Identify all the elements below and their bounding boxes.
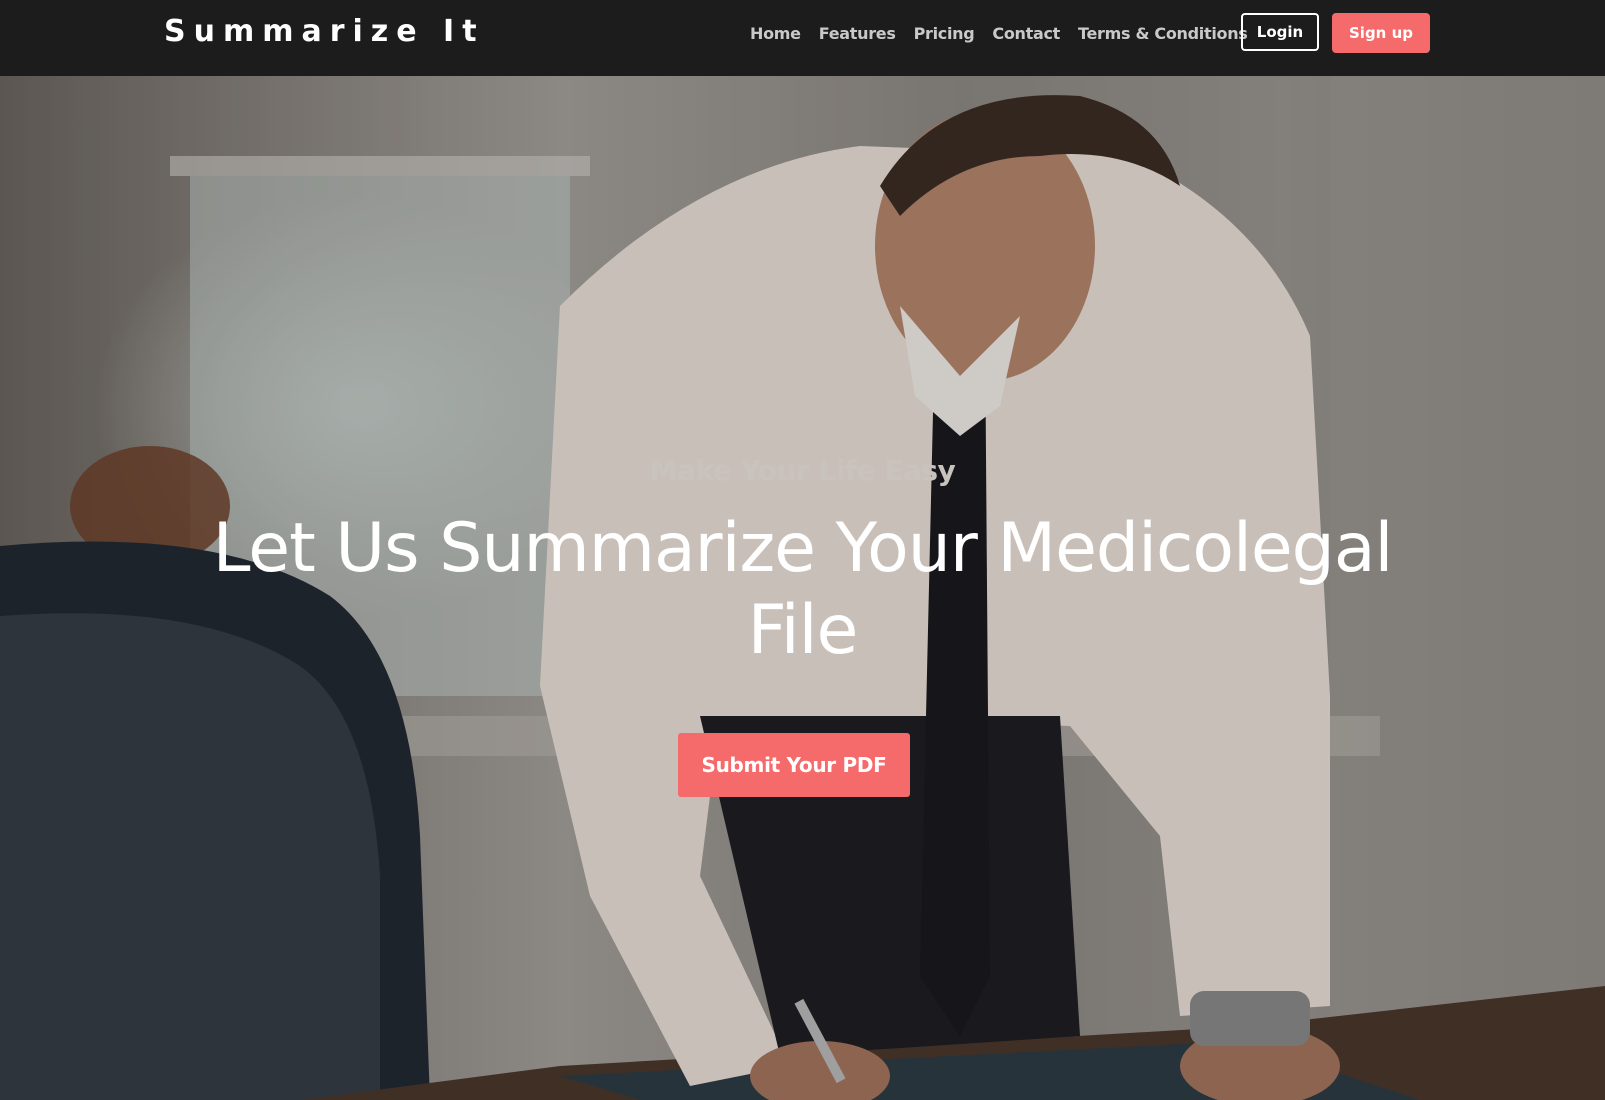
nav-link-terms[interactable]: Terms & Conditions: [1078, 24, 1248, 43]
hero-headline: Let Us Summarize Your Medicolegal File: [212, 509, 1394, 670]
hero-tagline: Make Your Life Easy: [649, 454, 956, 487]
nav-links: Home Features Pricing Contact Terms & Co…: [750, 0, 1266, 66]
nav-link-pricing[interactable]: Pricing: [914, 24, 975, 43]
login-button[interactable]: Login: [1241, 13, 1319, 51]
brand-logo[interactable]: Summarize It: [164, 14, 485, 49]
hero-section: Make Your Life Easy Let Us Summarize You…: [0, 76, 1605, 1100]
submit-pdf-button[interactable]: Submit Your PDF: [678, 733, 910, 797]
nav-link-home[interactable]: Home: [750, 24, 801, 43]
nav-link-features[interactable]: Features: [819, 24, 896, 43]
nav-link-contact[interactable]: Contact: [992, 24, 1060, 43]
top-navbar: Summarize It Home Features Pricing Conta…: [0, 0, 1605, 76]
signup-button[interactable]: Sign up: [1332, 13, 1430, 53]
page: Summarize It Home Features Pricing Conta…: [0, 0, 1605, 1100]
